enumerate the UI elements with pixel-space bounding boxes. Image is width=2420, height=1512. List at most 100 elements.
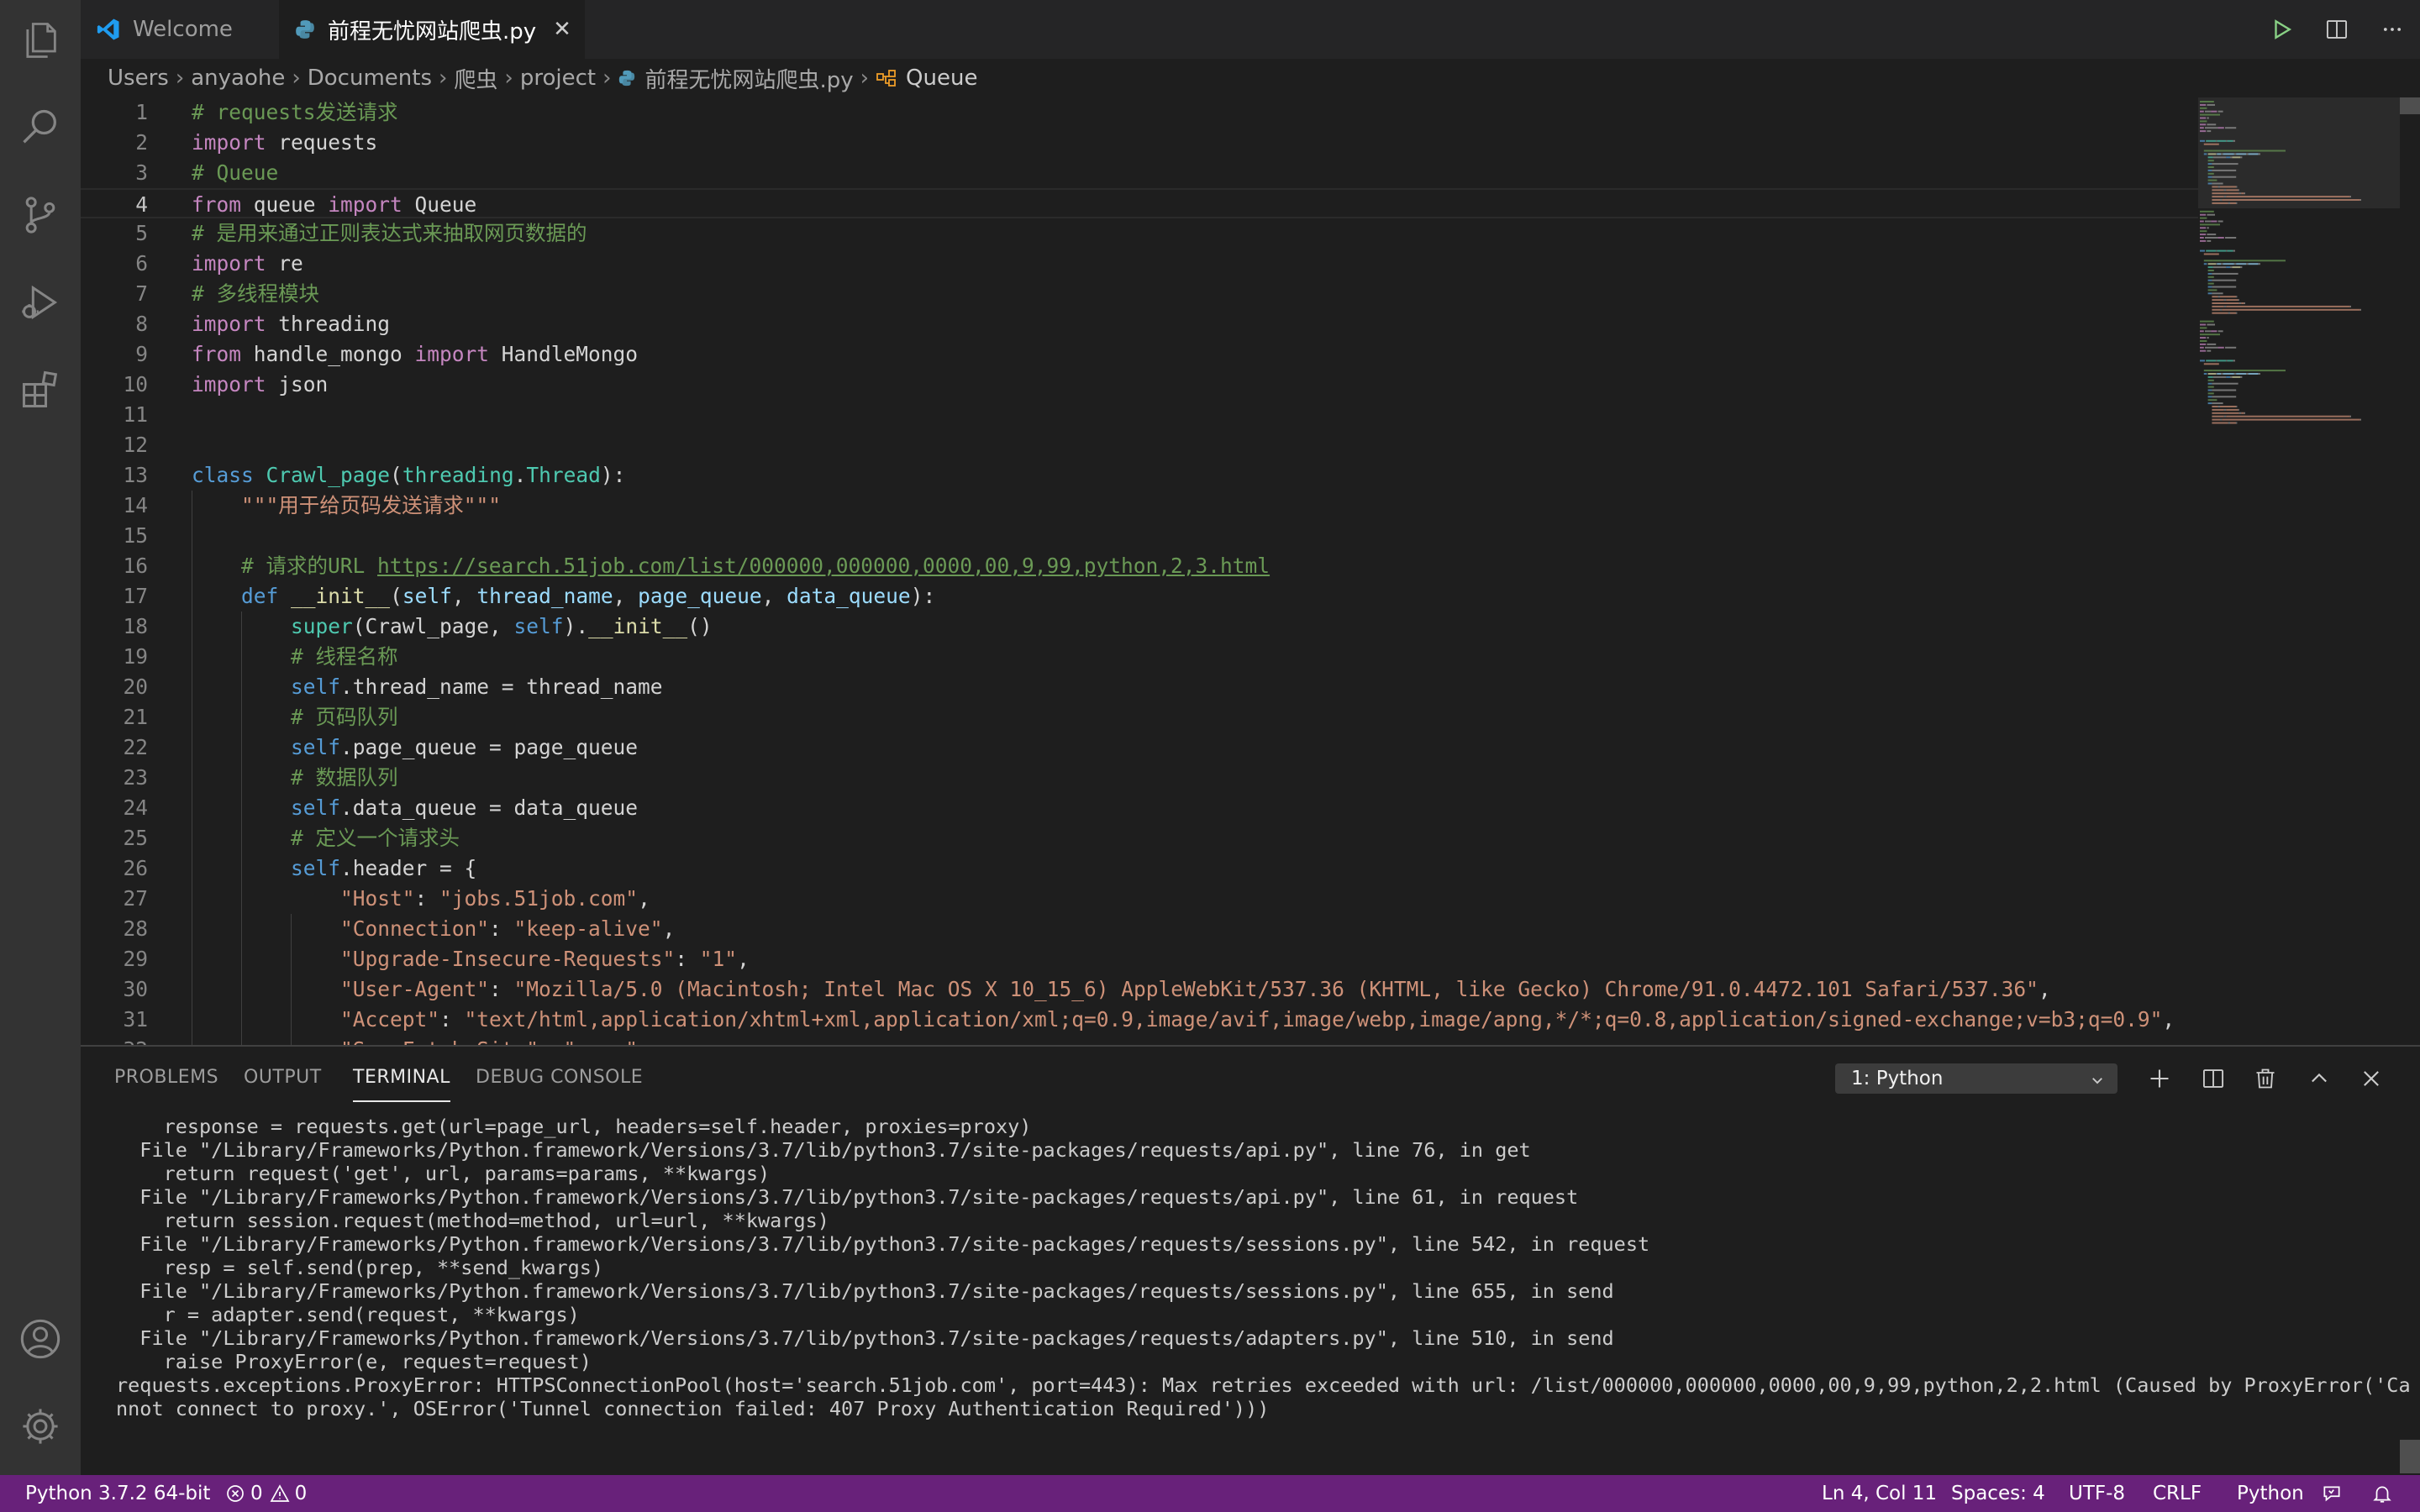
code-line[interactable]: 22 self.page_queue = page_queue — [81, 732, 2198, 763]
notifications-bell-icon[interactable] — [2371, 1475, 2393, 1512]
code-line[interactable]: 9 from handle_mongo import HandleMongo — [81, 339, 2198, 370]
line-number: 25 — [123, 826, 148, 850]
breadcrumb-item[interactable]: 爬虫 — [454, 63, 497, 94]
explorer-icon[interactable] — [0, 0, 81, 81]
code-line[interactable]: 8 import threading — [81, 309, 2198, 339]
line-number: 31 — [123, 1007, 148, 1032]
editor-actions — [2254, 0, 2420, 59]
code-line[interactable]: 3 # Queue — [81, 158, 2198, 188]
code-line[interactable]: 14 """用于给页码发送请求""" — [81, 491, 2198, 521]
code-line[interactable]: 25 # 定义一个请求头 — [81, 823, 2198, 853]
code-text: # 定义一个请求头 — [291, 826, 460, 850]
python-interpreter-status[interactable]: Python 3.7.2 64-bit — [25, 1475, 210, 1512]
terminal-select[interactable]: 1: Python — [1835, 1063, 2118, 1094]
warning-icon — [270, 1484, 290, 1502]
code-line[interactable]: 6 import re — [81, 249, 2198, 279]
code-line[interactable]: 26 self.header = { — [81, 853, 2198, 884]
settings-gear-icon[interactable] — [0, 1386, 81, 1467]
line-number: 32 — [81, 1035, 148, 1045]
close-panel-icon[interactable] — [2353, 1060, 2390, 1097]
code-line[interactable]: 16 # 请求的URL https://search.51job.com/lis… — [81, 551, 2198, 581]
code-editor[interactable]: 1 # requests发送请求 2 import requests 3 # Queue 4… — [81, 97, 2198, 1045]
code-line[interactable]: 1 # requests发送请求 — [81, 97, 2198, 128]
code-line[interactable]: 27 "Host": "jobs.51job.com", — [81, 884, 2198, 914]
code-line[interactable]: 5 # 是用来通过正则表达式来抽取网页数据的 — [81, 218, 2198, 249]
kill-terminal-trash-icon[interactable] — [2247, 1060, 2284, 1097]
split-editor-icon[interactable] — [2309, 0, 2365, 59]
code-line[interactable]: 30 "User-Agent": "Mozilla/5.0 (Macintosh… — [81, 974, 2198, 1005]
search-icon[interactable] — [0, 87, 81, 168]
line-number: 14 — [123, 493, 148, 517]
tab-crawler-label: 前程无忧网站爬虫.py — [328, 18, 537, 45]
code-line[interactable]: 32 "Sec-Fetch-Site": "none", — [81, 1035, 2198, 1045]
code-line[interactable]: 20 self.thread_name = thread_name — [81, 672, 2198, 702]
code-line[interactable]: 10 import json — [81, 370, 2198, 400]
problems-status[interactable]: 0 0 — [225, 1475, 307, 1512]
code-line[interactable]: 29 "Upgrade-Insecure-Requests": "1", — [81, 944, 2198, 974]
line-number: 21 — [123, 705, 148, 729]
code-line[interactable]: 23 # 数据队列 — [81, 763, 2198, 793]
breadcrumb-item[interactable]: Documents — [308, 66, 432, 91]
breadcrumb-item[interactable]: Users — [108, 66, 169, 91]
run-debug-icon[interactable] — [0, 262, 81, 343]
terminal-output[interactable]: response = requests.get(url=page_url, he… — [116, 1115, 2411, 1421]
close-icon[interactable]: ✕ — [553, 17, 571, 42]
feedback-icon[interactable] — [2321, 1475, 2343, 1512]
code-line[interactable]: 2 import requests — [81, 128, 2198, 158]
code-text: "Connection": "keep-alive", — [340, 916, 676, 941]
language-mode-status[interactable]: Python — [2237, 1475, 2304, 1512]
source-control-icon[interactable] — [0, 175, 81, 255]
tab-problems[interactable]: PROBLEMS — [114, 1067, 218, 1100]
account-icon[interactable] — [0, 1299, 81, 1379]
code-line[interactable]: 24 self.data_queue = data_queue — [81, 793, 2198, 823]
code-line[interactable]: 17 def __init__(self, thread_name, page_… — [81, 581, 2198, 612]
breadcrumb-item[interactable]: 前程无忧网站爬虫.py — [644, 63, 853, 94]
breadcrumb-item[interactable]: anyaohe — [191, 66, 285, 91]
code-line[interactable]: 13 class Crawl_page(threading.Thread): — [81, 460, 2198, 491]
code-line[interactable]: 21 # 页码队列 — [81, 702, 2198, 732]
run-file-icon[interactable] — [2254, 0, 2309, 59]
terminal-line: File "/Library/Frameworks/Python.framewo… — [116, 1138, 1531, 1162]
breadcrumb-item[interactable]: project — [520, 66, 596, 91]
code-text: # 多线程模块 — [192, 281, 319, 306]
split-terminal-icon[interactable] — [2195, 1060, 2232, 1097]
tab-crawler-py[interactable]: 前程无忧网站爬虫.py ✕ — [279, 0, 585, 59]
encoding-status[interactable]: UTF-8 — [2069, 1475, 2125, 1512]
chevron-right-icon: › — [602, 66, 612, 91]
code-line[interactable]: 19 # 线程名称 — [81, 642, 2198, 672]
code-text: import json — [192, 372, 329, 396]
code-text: self.page_queue = page_queue — [291, 735, 639, 759]
code-line[interactable]: 15 — [81, 521, 2198, 551]
tab-terminal[interactable]: TERMINAL — [353, 1067, 450, 1102]
chevron-right-icon: › — [292, 66, 301, 91]
code-line[interactable]: 31 "Accept": "text/html,application/xhtm… — [81, 1005, 2198, 1035]
terminal-line: return session.request(method=method, ur… — [116, 1209, 829, 1232]
tab-welcome[interactable]: Welcome — [81, 0, 279, 59]
eol-status[interactable]: CRLF — [2153, 1475, 2202, 1512]
more-actions-icon[interactable] — [2365, 0, 2420, 59]
line-number: 4 — [135, 192, 148, 217]
terminal-line: response = requests.get(url=page_url, he… — [116, 1115, 1032, 1138]
code-line[interactable]: 12 — [81, 430, 2198, 460]
code-line[interactable]: 18 super(Crawl_page, self).__init__() — [81, 612, 2198, 642]
minimap[interactable] — [2198, 97, 2400, 1045]
editor-scrollbar[interactable] — [2400, 97, 2420, 114]
code-text: "Sec-Fetch-Site": "none", — [192, 1035, 650, 1045]
line-number: 1 — [135, 100, 148, 124]
breadcrumb-item[interactable]: Queue — [906, 66, 977, 91]
code-line[interactable]: 7 # 多线程模块 — [81, 279, 2198, 309]
maximize-panel-chevron-up-icon[interactable] — [2301, 1060, 2338, 1097]
terminal-scrollbar[interactable] — [2400, 1440, 2420, 1473]
cursor-position-status[interactable]: Ln 4, Col 11 — [1822, 1475, 1937, 1512]
new-terminal-icon[interactable] — [2141, 1060, 2178, 1097]
code-line[interactable]: 4 from queue import Queue — [81, 188, 2198, 218]
tab-output[interactable]: OUTPUT — [244, 1067, 322, 1100]
indentation-status[interactable]: Spaces: 4 — [1951, 1475, 2045, 1512]
extensions-icon[interactable] — [0, 349, 81, 430]
line-number: 16 — [123, 554, 148, 578]
code-line[interactable]: 11 — [81, 400, 2198, 430]
chevron-right-icon: › — [175, 66, 185, 91]
code-text: # Queue — [192, 160, 279, 185]
tab-debug-console[interactable]: DEBUG CONSOLE — [476, 1067, 643, 1100]
code-line[interactable]: 28 "Connection": "keep-alive", — [81, 914, 2198, 944]
